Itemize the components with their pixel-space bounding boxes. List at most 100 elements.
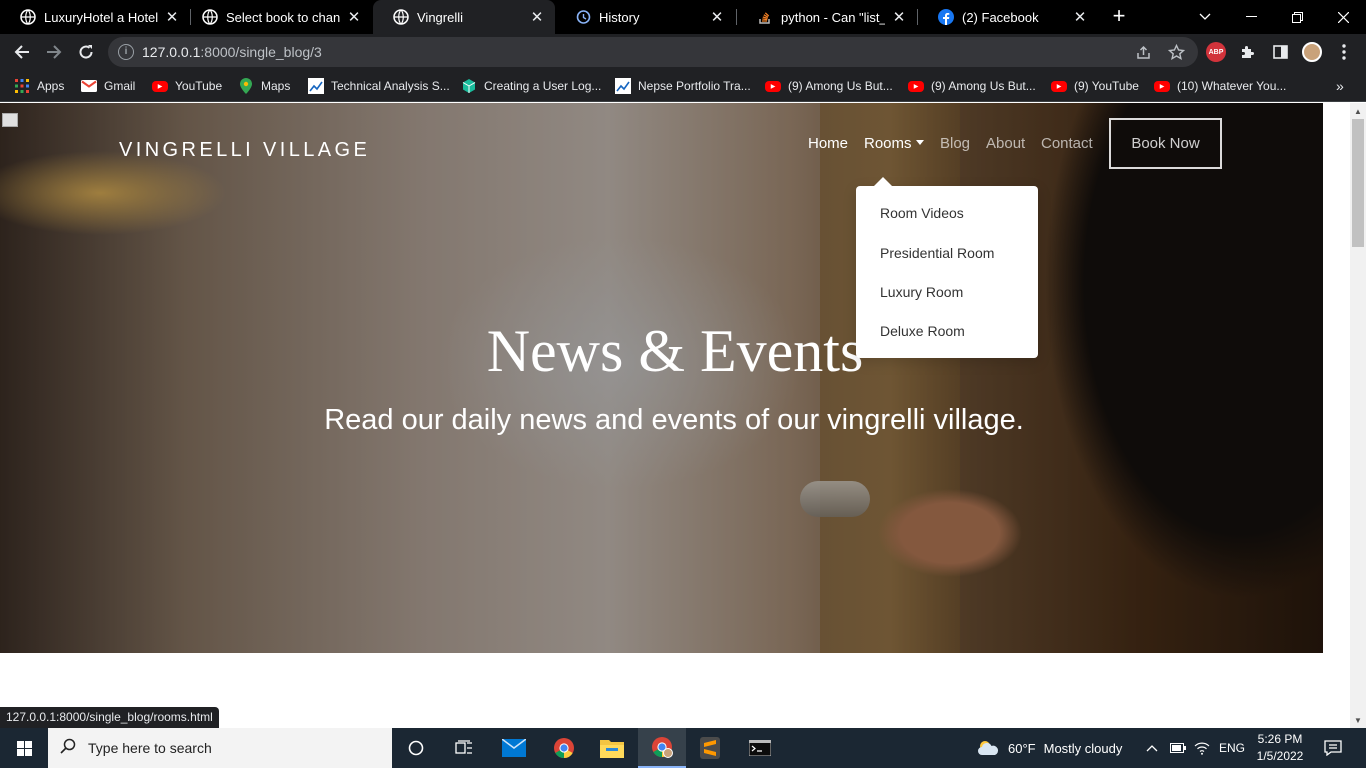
- restore-icon[interactable]: [1274, 0, 1320, 34]
- kebab-menu-icon[interactable]: [1334, 42, 1354, 62]
- file-explorer-icon[interactable]: [588, 728, 636, 768]
- chrome-profile-icon[interactable]: [638, 728, 686, 768]
- tab-select-book[interactable]: Select book to change ✕: [182, 0, 372, 34]
- scroll-down-arrow-icon[interactable]: ▼: [1350, 712, 1366, 728]
- notifications-icon[interactable]: [1324, 728, 1342, 768]
- bookmark-among-us-2[interactable]: ▶ (9) Among Us But...: [908, 76, 1036, 96]
- tab-facebook[interactable]: (2) Facebook ✕: [918, 0, 1098, 34]
- globe-icon: [393, 9, 409, 25]
- tab-search-chevron-icon[interactable]: [1182, 0, 1228, 34]
- new-tab-button[interactable]: +: [1108, 5, 1130, 27]
- share-icon[interactable]: [1134, 42, 1154, 62]
- site-brand[interactable]: VINGRELLI VILLAGE: [119, 139, 370, 162]
- bookmark-apps[interactable]: Apps: [14, 76, 64, 96]
- cube-icon: [461, 78, 477, 94]
- browser-toolbar: i 127.0.0.1:8000/single_blog/3 ABP: [0, 34, 1366, 70]
- adblock-plus-icon[interactable]: ABP: [1206, 42, 1226, 62]
- close-tab-icon[interactable]: ✕: [1072, 8, 1088, 26]
- gmail-icon: [81, 78, 97, 94]
- nav-contact[interactable]: Contact: [1041, 135, 1093, 159]
- wifi-icon[interactable]: [1194, 728, 1210, 768]
- close-tab-icon[interactable]: ✕: [709, 8, 725, 26]
- system-clock[interactable]: 5:26 PM 1/5/2022: [1248, 731, 1312, 765]
- close-tab-icon[interactable]: ✕: [529, 8, 545, 26]
- tab-title: Select book to change: [226, 9, 340, 25]
- bookmark-label: YouTube: [175, 79, 223, 93]
- more-bookmarks-chevron-icon[interactable]: »: [1336, 76, 1344, 96]
- bookmark-star-icon[interactable]: [1166, 42, 1186, 62]
- page-scrollbar[interactable]: ▲ ▼: [1350, 103, 1366, 728]
- start-button[interactable]: [0, 728, 48, 768]
- bookmark-label: Apps: [37, 79, 65, 93]
- chrome-icon[interactable]: [540, 728, 588, 768]
- bookmark-nepse[interactable]: Nepse Portfolio Tra...: [615, 76, 751, 96]
- url-path: :8000/single_blog/3: [200, 44, 322, 60]
- tab-vingrelli[interactable]: Vingrelli ✕: [373, 0, 555, 34]
- menu-item-luxury-room[interactable]: Luxury Room: [880, 284, 963, 304]
- nav-blog[interactable]: Blog: [940, 135, 970, 159]
- tab-title: Vingrelli: [417, 9, 464, 25]
- tab-title: python - Can "list_disp: [781, 9, 885, 25]
- menu-item-presidential-room[interactable]: Presidential Room: [880, 245, 994, 265]
- side-panel-icon[interactable]: [1270, 42, 1290, 62]
- bookmark-label: Creating a User Log...: [484, 79, 602, 93]
- show-hidden-icons-chevron-icon[interactable]: [1146, 728, 1158, 768]
- globe-icon: [202, 9, 218, 25]
- hero-title: News & Events: [486, 318, 864, 384]
- scroll-up-arrow-icon[interactable]: ▲: [1350, 103, 1366, 119]
- bookmark-among-us-1[interactable]: ▶ (9) Among Us But...: [765, 76, 893, 96]
- windows-taskbar: Type here to search 60°F Mostly cloudy E…: [0, 728, 1366, 768]
- reload-icon[interactable]: [72, 38, 100, 66]
- tab-history[interactable]: History ✕: [555, 0, 735, 34]
- nav-home[interactable]: Home: [808, 135, 848, 159]
- close-tab-icon[interactable]: ✕: [891, 8, 907, 26]
- bookmark-youtube[interactable]: ▶ YouTube: [152, 76, 222, 96]
- apps-grid-icon: [14, 78, 30, 94]
- nav-rooms[interactable]: Rooms: [864, 135, 924, 159]
- close-tab-icon[interactable]: ✕: [164, 8, 180, 26]
- address-bar[interactable]: i 127.0.0.1:8000/single_blog/3: [108, 37, 1198, 67]
- forward-arrow-icon[interactable]: [40, 38, 68, 66]
- site-info-icon[interactable]: i: [118, 44, 134, 60]
- bookmark-youtube-9[interactable]: ▶ (9) YouTube: [1051, 76, 1139, 96]
- battery-icon[interactable]: [1170, 728, 1186, 768]
- mail-icon[interactable]: [490, 728, 538, 768]
- terminal-icon[interactable]: [736, 728, 784, 768]
- task-view-icon[interactable]: [440, 728, 488, 768]
- tab-stackoverflow[interactable]: python - Can "list_disp ✕: [737, 0, 917, 34]
- globe-icon: [20, 9, 36, 25]
- youtube-icon: ▶: [152, 80, 168, 92]
- maps-pin-icon: [238, 78, 254, 94]
- taskbar-search-box[interactable]: Type here to search: [48, 728, 392, 768]
- bookmark-whatever-you[interactable]: ▶ (10) Whatever You...: [1154, 76, 1286, 96]
- cortana-icon[interactable]: [392, 728, 440, 768]
- back-arrow-icon[interactable]: [8, 38, 36, 66]
- address-url[interactable]: 127.0.0.1:8000/single_blog/3: [142, 44, 322, 60]
- bookmark-maps[interactable]: Maps: [238, 76, 290, 96]
- youtube-icon: ▶: [1154, 80, 1170, 92]
- weather-widget[interactable]: 60°F Mostly cloudy: [976, 728, 1122, 768]
- extensions-puzzle-icon[interactable]: [1238, 42, 1258, 62]
- history-icon: [575, 9, 591, 25]
- scrollbar-thumb[interactable]: [1352, 119, 1364, 247]
- book-now-button[interactable]: Book Now: [1109, 118, 1222, 169]
- search-icon: [48, 738, 88, 759]
- bookmark-technical-analysis[interactable]: Technical Analysis S...: [308, 76, 450, 96]
- sublime-text-icon[interactable]: [686, 728, 734, 768]
- nav-about[interactable]: About: [986, 135, 1025, 159]
- close-tab-icon[interactable]: ✕: [346, 8, 362, 26]
- search-placeholder: Type here to search: [88, 740, 212, 756]
- cloud-icon: [976, 740, 1000, 756]
- menu-item-room-videos[interactable]: Room Videos: [880, 205, 964, 225]
- tab-luxuryhotel[interactable]: LuxuryHotel a Hotel Te ✕: [0, 0, 190, 34]
- hero-section: VINGRELLI VILLAGE Home Rooms Blog About …: [0, 103, 1323, 653]
- url-host: 127.0.0.1: [142, 44, 201, 60]
- profile-avatar[interactable]: [1302, 42, 1322, 62]
- menu-item-deluxe-room[interactable]: Deluxe Room: [880, 323, 965, 343]
- minimize-icon[interactable]: [1228, 0, 1274, 34]
- close-window-icon[interactable]: [1320, 0, 1366, 34]
- bookmark-gmail[interactable]: Gmail: [81, 76, 135, 96]
- input-language[interactable]: ENG: [1219, 728, 1245, 768]
- bookmark-user-login[interactable]: Creating a User Log...: [461, 76, 601, 96]
- weather-temp: 60°F: [1008, 740, 1036, 756]
